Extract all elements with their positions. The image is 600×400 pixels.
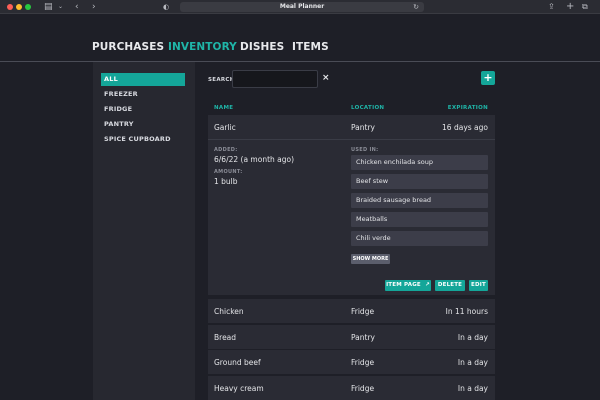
maximize-window-button[interactable] (25, 4, 31, 10)
new-tab-icon[interactable]: + (566, 1, 574, 13)
item-page-label: ITEM PAGE (386, 282, 421, 288)
delete-button[interactable]: DELETE (435, 280, 465, 291)
row-expiration: In a day (457, 333, 488, 342)
row-location: Pantry (351, 123, 375, 132)
used-in-dish[interactable]: Beef stew (351, 174, 488, 189)
used-in-dish[interactable]: Meatballs (351, 212, 488, 227)
edit-button[interactable]: EDIT (469, 280, 488, 291)
sidebar-item-all[interactable]: ALL (101, 73, 185, 86)
row-expiration: 16 days ago (442, 123, 488, 132)
row-location: Fridge (351, 358, 375, 367)
table-row[interactable]: Bread Pantry In a day (208, 325, 495, 349)
tab-inventory[interactable]: INVENTORY (168, 41, 237, 53)
amount-label: AMOUNT: (214, 169, 243, 175)
row-name: Ground beef (214, 358, 261, 367)
used-in-dish[interactable]: Braided sausage bread (351, 193, 488, 208)
used-in-dish[interactable]: Chili verde (351, 231, 488, 246)
sidebar-toggle-icon[interactable]: ▤ (44, 1, 53, 13)
clear-search-icon[interactable]: × (322, 73, 330, 83)
row-name: Heavy cream (214, 384, 264, 393)
share-icon[interactable]: ⇪ (548, 1, 555, 13)
column-header-expiration[interactable]: EXPIRATION (448, 105, 488, 111)
column-header-location[interactable]: LOCATION (351, 105, 384, 111)
back-icon[interactable]: ‹ (75, 1, 79, 13)
table-row[interactable]: Chicken Fridge In 11 hours (208, 299, 495, 323)
added-value: 6/6/22 (a month ago) (214, 155, 295, 164)
used-in-dish[interactable]: Chicken enchilada soup (351, 155, 488, 170)
tab-items[interactable]: ITEMS (292, 41, 329, 53)
page-title: Meal Planner (279, 3, 325, 10)
close-window-button[interactable] (7, 4, 13, 10)
row-name: Bread (214, 333, 237, 342)
row-expiration: In a day (457, 358, 488, 367)
tab-overview-icon[interactable]: ⧉ (582, 1, 588, 13)
show-more-button[interactable]: SHOW MORE (351, 254, 390, 264)
item-page-button[interactable]: ITEM PAGE ↗ (385, 280, 431, 291)
browser-toolbar: ▤ ⌄ ‹ › ◐ Meal Planner ↻ ⇪ + ⧉ (0, 0, 600, 14)
tab-purchases[interactable]: PURCHASES (92, 41, 164, 53)
row-expiration: In a day (457, 384, 488, 393)
reload-icon[interactable]: ↻ (413, 2, 419, 12)
row-expiration: In 11 hours (445, 307, 488, 316)
sidebar-item-pantry[interactable]: PANTRY (101, 118, 185, 131)
row-location: Pantry (351, 333, 375, 342)
forward-icon[interactable]: › (92, 1, 96, 13)
search-label: SEARCH (208, 77, 235, 83)
table-row-expanded[interactable]: Garlic Pantry 16 days ago (208, 115, 495, 139)
added-label: ADDED: (214, 147, 238, 153)
sidebar-item-freezer[interactable]: FREEZER (101, 88, 185, 101)
address-bar[interactable]: Meal Planner ↻ (180, 2, 424, 12)
minimize-window-button[interactable] (16, 4, 22, 10)
row-details: ADDED: 6/6/22 (a month ago) AMOUNT: 1 bu… (208, 139, 495, 295)
main-nav: PURCHASES INVENTORY DISHES ITEMS (0, 14, 600, 62)
row-location: Fridge (351, 307, 375, 316)
add-item-button[interactable]: + (481, 71, 495, 85)
shield-icon[interactable]: ◐ (163, 1, 169, 13)
chevron-down-icon[interactable]: ⌄ (58, 1, 63, 13)
tab-dishes[interactable]: DISHES (240, 41, 284, 53)
sidebar-item-fridge[interactable]: FRIDGE (101, 103, 185, 116)
used-in-label: USED IN: (351, 147, 379, 153)
column-header-name[interactable]: NAME (214, 105, 233, 111)
row-name: Chicken (214, 307, 244, 316)
search-input[interactable] (232, 70, 318, 88)
row-name: Garlic (214, 123, 236, 132)
location-sidebar: ALL FREEZER FRIDGE PANTRY SPICE CUPBOARD (93, 62, 195, 400)
external-link-icon: ↗ (423, 282, 430, 288)
row-location: Fridge (351, 384, 375, 393)
amount-value: 1 bulb (214, 177, 238, 186)
table-row[interactable]: Ground beef Fridge In a day (208, 350, 495, 374)
table-row[interactable]: Heavy cream Fridge In a day (208, 376, 495, 400)
sidebar-item-spice-cupboard[interactable]: SPICE CUPBOARD (101, 133, 185, 146)
